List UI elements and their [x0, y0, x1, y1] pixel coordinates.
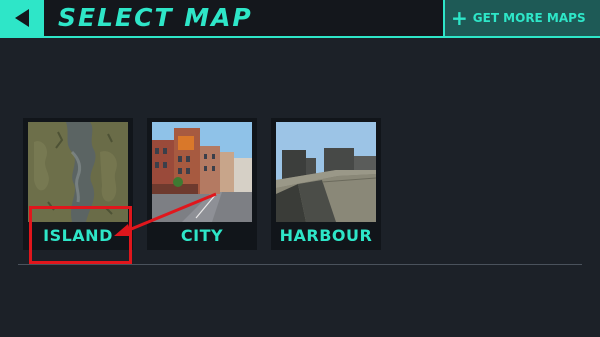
get-more-maps-button[interactable]: + GET MORE MAPS: [443, 0, 600, 36]
city-map-thumbnail: [152, 122, 252, 222]
map-label-harbour: HARBOUR: [279, 226, 373, 245]
get-more-maps-label: GET MORE MAPS: [472, 11, 586, 25]
divider-line: [18, 264, 582, 265]
page-title: SELECT MAP: [58, 3, 253, 32]
map-label-city: CITY: [180, 226, 224, 245]
map-card-city[interactable]: CITY: [147, 118, 257, 250]
top-bar: SELECT MAP + GET MORE MAPS: [0, 0, 600, 38]
back-button[interactable]: [0, 0, 44, 36]
harbour-map-thumbnail: [276, 122, 376, 222]
map-card-island[interactable]: ISLAND: [23, 118, 133, 250]
island-map-thumbnail: [28, 122, 128, 222]
map-label-island: ISLAND: [43, 226, 113, 245]
back-arrow-icon: [15, 9, 29, 27]
map-card-harbour[interactable]: HARBOUR: [271, 118, 381, 250]
plus-icon: +: [451, 6, 468, 30]
